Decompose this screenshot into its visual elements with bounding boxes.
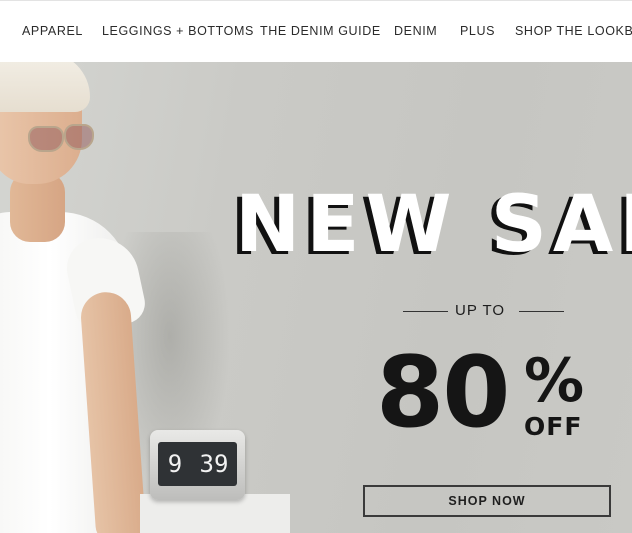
hero-banner[interactable]: 9 39 NEW SAL UP TO 80 % OFF SHOP NOW bbox=[0, 62, 632, 533]
discount-off-label: OFF bbox=[524, 412, 583, 441]
clock-hour: 9 bbox=[167, 450, 183, 478]
flip-clock: 9 39 bbox=[150, 430, 245, 500]
upto-rule-left bbox=[403, 311, 448, 312]
sunglasses-left-lens bbox=[28, 126, 64, 152]
clock-face: 9 39 bbox=[158, 442, 237, 486]
nav-item-plus[interactable]: PLUS bbox=[460, 24, 495, 38]
upto-text: UP TO bbox=[455, 302, 506, 319]
upto-rule-right bbox=[519, 311, 564, 312]
sunglasses-right-lens bbox=[64, 124, 94, 150]
nav-item-leggings-bottoms[interactable]: LEGGINGS + BOTTOMS bbox=[102, 24, 254, 38]
clock-minutes: 39 bbox=[199, 450, 229, 478]
shop-now-button[interactable]: SHOP NOW bbox=[363, 485, 611, 517]
main-navigation: APPAREL LEGGINGS + BOTTOMS THE DENIM GUI… bbox=[0, 0, 632, 62]
nav-item-denim-guide[interactable]: THE DENIM GUIDE bbox=[260, 24, 381, 38]
discount-percent-sign: % bbox=[524, 346, 585, 416]
nav-item-shop-the-lookbook[interactable]: SHOP THE LOOKBO bbox=[515, 24, 632, 38]
hero-headline: NEW SAL bbox=[235, 180, 632, 270]
nav-item-denim[interactable]: DENIM bbox=[394, 24, 437, 38]
discount-number: 80 bbox=[376, 336, 510, 450]
model-hair bbox=[0, 62, 90, 112]
nav-item-apparel[interactable]: APPAREL bbox=[22, 24, 83, 38]
